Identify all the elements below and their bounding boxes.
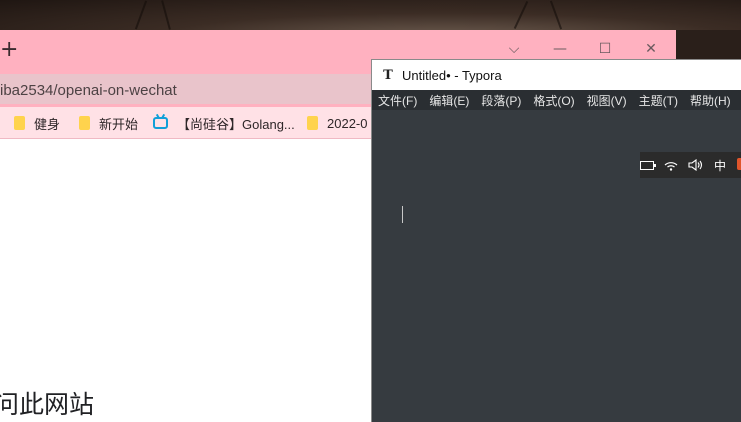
- volume-icon[interactable]: [688, 159, 704, 171]
- bookmark-label: 2022-0: [327, 115, 368, 131]
- wifi-icon[interactable]: [664, 159, 678, 171]
- notification-icon[interactable]: [737, 158, 741, 170]
- menu-view[interactable]: 视图(V): [587, 92, 627, 109]
- text-caret: [402, 206, 403, 223]
- bookmark-label: 新开始: [99, 116, 139, 132]
- menu-format[interactable]: 格式(O): [533, 92, 574, 109]
- bookmark-label: 健身: [34, 116, 61, 132]
- system-tray: 中: [640, 152, 741, 178]
- typora-titlebar[interactable]: T Untitled• - Typora: [372, 59, 741, 91]
- new-tab-button[interactable]: +: [0, 38, 18, 62]
- menu-paragraph[interactable]: 段落(P): [481, 92, 521, 109]
- address-text[interactable]: iba2534/openai-on-wechat: [0, 82, 177, 99]
- page-heading: 问此网站: [0, 391, 95, 419]
- folder-icon: [79, 116, 90, 130]
- desktop-wallpaper: [0, 0, 741, 30]
- wallpaper-detail: [134, 0, 148, 30]
- window-title: Untitled• - Typora: [402, 68, 502, 83]
- menu-file[interactable]: 文件(F): [378, 92, 417, 109]
- ime-indicator[interactable]: 中: [714, 157, 726, 174]
- bookmark-item[interactable]: 2022-0: [307, 113, 367, 133]
- battery-icon[interactable]: [640, 160, 656, 170]
- bookmark-label: 【尚硅谷】Golang...: [177, 116, 295, 132]
- folder-icon: [14, 116, 25, 130]
- menu-bar: 文件(F) 编辑(E) 段落(P) 格式(O) 视图(V) 主题(T) 帮助(H…: [372, 90, 741, 110]
- menu-edit[interactable]: 编辑(E): [429, 92, 469, 109]
- menu-help[interactable]: 帮助(H): [690, 92, 731, 109]
- bookmark-item[interactable]: 新开始: [79, 113, 138, 133]
- wallpaper-detail: [161, 0, 171, 30]
- typora-window: T Untitled• - Typora 文件(F) 编辑(E) 段落(P) 格…: [371, 59, 741, 422]
- folder-icon: [307, 116, 318, 130]
- bilibili-icon: [153, 117, 168, 129]
- menu-theme[interactable]: 主题(T): [639, 92, 678, 109]
- wallpaper-detail: [549, 0, 563, 30]
- typora-app-icon: T: [383, 67, 393, 83]
- bookmark-item[interactable]: 【尚硅谷】Golang...: [153, 113, 295, 133]
- bookmark-item[interactable]: 健身: [14, 113, 60, 133]
- wallpaper-detail: [513, 0, 529, 30]
